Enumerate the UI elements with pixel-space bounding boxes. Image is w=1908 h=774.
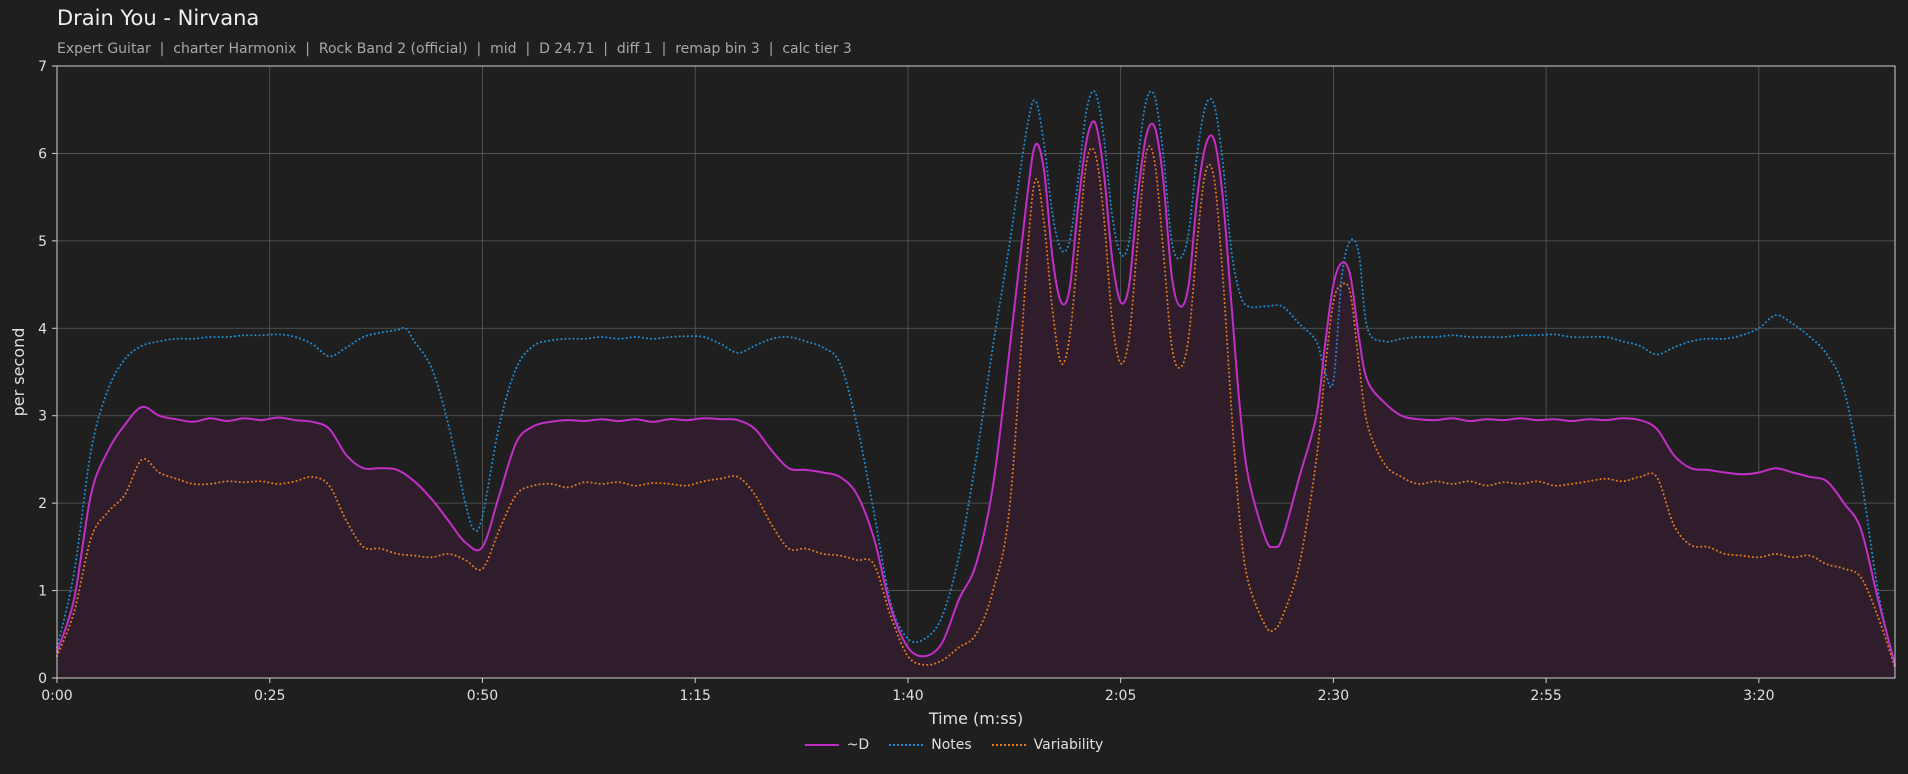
legend-item-d: ~D (804, 737, 870, 753)
x-tick-label: 3:20 (1743, 688, 1774, 704)
chart-canvas: 0:00 0:25 0:50 1:15 1:40 2:05 2:30 2:55 3:20 0 1 2 3… (9, 59, 1896, 728)
x-tick-label: 2:55 (1530, 688, 1561, 704)
x-axis-label: Time (m:ss) (928, 709, 1023, 728)
d-area-fill (57, 121, 1895, 679)
x-tick-label: 2:30 (1318, 688, 1349, 704)
legend-swatch-variability (991, 744, 1026, 746)
y-tick-label: 5 (38, 234, 47, 250)
legend-label-variability: Variability (1033, 737, 1104, 753)
y-tick-label: 4 (38, 321, 47, 337)
d-series-area (57, 121, 1895, 679)
legend-item-variability: Variability (991, 737, 1104, 753)
legend-item-notes: Notes (889, 737, 972, 753)
x-tick-label: 0:50 (467, 688, 498, 704)
y-tick-label: 1 (38, 584, 47, 600)
y-tick-label: 0 (38, 671, 47, 687)
x-tick-label: 2:05 (1105, 688, 1136, 704)
y-tick-label: 3 (38, 409, 47, 425)
legend-label-notes: Notes (931, 737, 972, 753)
legend: ~D Notes Variability (0, 737, 1908, 753)
x-tick-label: 0:25 (254, 688, 285, 704)
y-tick-label: 6 (38, 146, 47, 162)
y-axis-label: per second (9, 328, 28, 417)
legend-label-d: ~D (846, 737, 870, 753)
legend-swatch-d (804, 744, 839, 746)
x-tick-label: 1:40 (892, 688, 923, 704)
x-tick-label: 0:00 (41, 688, 72, 704)
legend-swatch-notes (889, 744, 924, 746)
x-tick-label: 1:15 (679, 688, 710, 704)
y-tick-label: 2 (38, 496, 47, 512)
y-tick-label: 7 (38, 59, 47, 75)
